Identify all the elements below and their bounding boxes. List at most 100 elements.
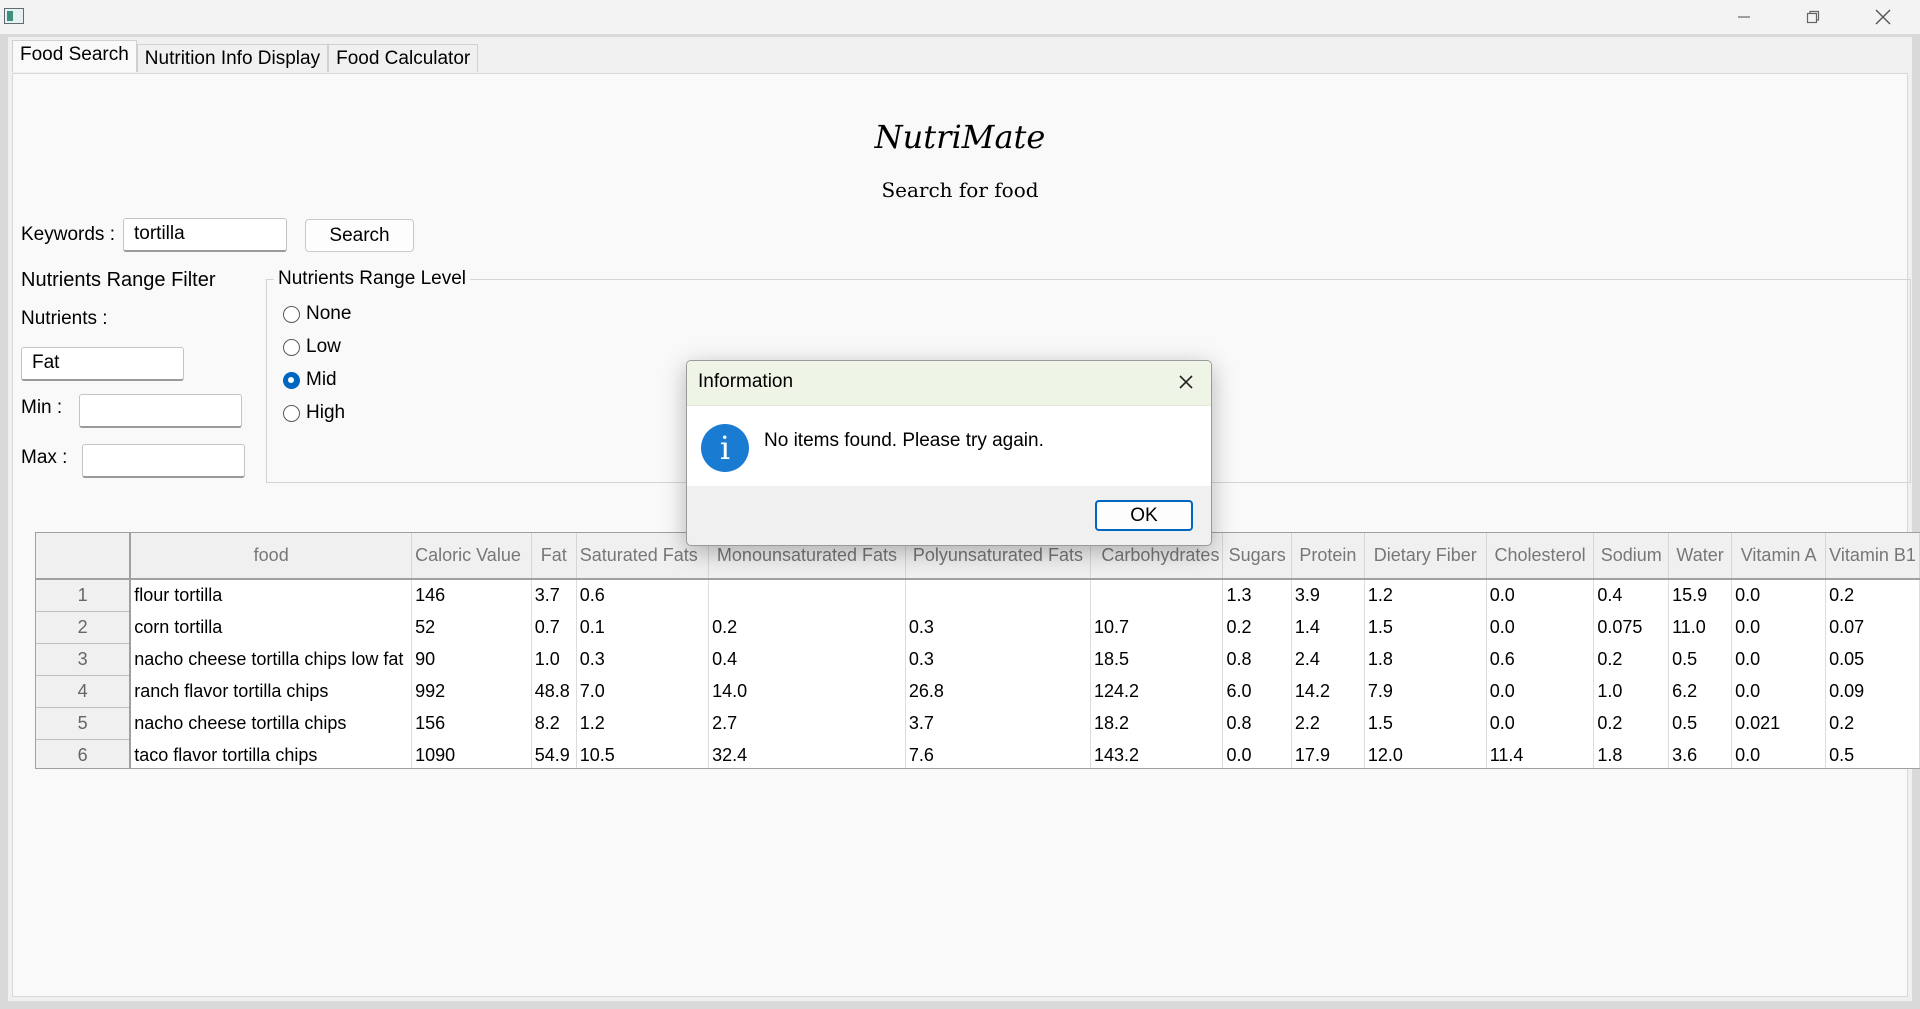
table-row[interactable]: 2 corn tortilla 52 0.7 0.1 0.2 0.3 10.7 0.2 1.4 1.… <box>36 611 1920 644</box>
table-cell[interactable]: 3.7 <box>531 579 577 612</box>
table-cell[interactable]: 1.5 <box>1364 707 1487 740</box>
column-header[interactable]: Sodium <box>1593 533 1670 580</box>
table-cell[interactable] <box>1090 579 1224 612</box>
radio-mid[interactable]: Mid <box>283 369 337 391</box>
table-cell[interactable]: 32.4 <box>708 739 906 768</box>
table-cell[interactable]: 0.0 <box>1731 675 1827 708</box>
table-cell[interactable]: 1.0 <box>1593 675 1670 708</box>
table-cell[interactable]: 11.0 <box>1668 611 1733 644</box>
table-cell[interactable]: 0.2 <box>1593 643 1670 676</box>
min-input[interactable] <box>79 394 242 428</box>
table-cell[interactable]: 0.2 <box>1593 707 1670 740</box>
table-cell[interactable]: 18.5 <box>1090 643 1224 676</box>
table-cell[interactable]: ranch flavor tortilla chips <box>130 675 413 708</box>
table-cell[interactable]: 17.9 <box>1291 739 1365 768</box>
table-cell[interactable] <box>708 579 906 612</box>
table-cell[interactable]: 0.0 <box>1486 707 1595 740</box>
table-cell[interactable]: 0.0 <box>1731 611 1827 644</box>
table-cell[interactable]: 12.0 <box>1364 739 1487 768</box>
keywords-input[interactable]: tortilla <box>123 218 287 252</box>
table-cell[interactable]: 1.2 <box>1364 579 1487 612</box>
table-cell[interactable]: 10.7 <box>1090 611 1224 644</box>
table-cell[interactable]: taco flavor tortilla chips <box>130 739 413 768</box>
table-cell[interactable]: 3.6 <box>1668 739 1733 768</box>
table-cell[interactable]: 7.0 <box>576 675 710 708</box>
table-cell[interactable]: 0.075 <box>1593 611 1670 644</box>
table-cell[interactable]: 0.0 <box>1731 643 1827 676</box>
table-cell[interactable]: 8.2 <box>531 707 577 740</box>
table-cell[interactable]: 146 <box>411 579 532 612</box>
table-cell[interactable]: 3.7 <box>905 707 1092 740</box>
table-cell[interactable]: 0.0 <box>1731 579 1827 612</box>
table-cell[interactable]: 0.3 <box>576 643 710 676</box>
table-cell[interactable]: 0.0 <box>1731 739 1827 768</box>
table-cell[interactable]: 15.9 <box>1668 579 1733 612</box>
table-cell[interactable]: 1.8 <box>1593 739 1670 768</box>
column-header[interactable]: food <box>130 533 413 580</box>
row-header[interactable]: 5 <box>36 707 132 740</box>
minimize-button[interactable] <box>1709 0 1779 34</box>
table-cell[interactable]: 0.05 <box>1825 643 1920 676</box>
table-cell[interactable]: 156 <box>411 707 532 740</box>
dialog-close-button[interactable] <box>1171 367 1201 397</box>
table-cell[interactable]: 0.0 <box>1222 739 1292 768</box>
table-cell[interactable]: 2.4 <box>1291 643 1365 676</box>
table-cell[interactable]: flour tortilla <box>130 579 413 612</box>
table-cell[interactable]: 2.7 <box>708 707 906 740</box>
tab-food-calculator[interactable]: Food Calculator <box>328 44 479 72</box>
column-header[interactable]: Sugars <box>1222 533 1292 580</box>
table-cell[interactable]: 1.5 <box>1364 611 1487 644</box>
table-cell[interactable]: 143.2 <box>1090 739 1224 768</box>
nutrients-field[interactable]: Fat <box>21 347 184 381</box>
table-cell[interactable]: 0.07 <box>1825 611 1920 644</box>
column-header[interactable]: Cholesterol <box>1486 533 1595 580</box>
table-cell[interactable]: 0.2 <box>1825 707 1920 740</box>
column-header[interactable]: Protein <box>1291 533 1365 580</box>
table-cell[interactable]: 0.2 <box>1222 611 1292 644</box>
table-cell[interactable]: 0.7 <box>531 611 577 644</box>
column-header[interactable]: Water <box>1668 533 1733 580</box>
tab-nutrition-info-display[interactable]: Nutrition Info Display <box>136 44 329 72</box>
table-cell[interactable]: 14.2 <box>1291 675 1365 708</box>
results-table[interactable]: food Caloric Value Fat Saturated Fats Mo… <box>35 532 1920 769</box>
table-cell[interactable]: 18.2 <box>1090 707 1224 740</box>
table-cell[interactable]: 0.2 <box>708 611 906 644</box>
table-cell[interactable]: 1.2 <box>576 707 710 740</box>
table-row[interactable]: 6 taco flavor tortilla chips 1090 54.9 10.5 3… <box>36 739 1920 768</box>
table-cell[interactable]: 1.0 <box>531 643 577 676</box>
table-cell[interactable]: 2.2 <box>1291 707 1365 740</box>
table-cell[interactable]: 90 <box>411 643 532 676</box>
table-cell[interactable]: 0.1 <box>576 611 710 644</box>
row-header[interactable]: 6 <box>36 739 132 768</box>
table-cell[interactable]: 52 <box>411 611 532 644</box>
close-window-button[interactable] <box>1848 0 1918 34</box>
table-cell[interactable]: 124.2 <box>1090 675 1224 708</box>
row-header[interactable]: 3 <box>36 643 132 676</box>
table-cell[interactable]: 0.0 <box>1486 611 1595 644</box>
radio-none[interactable]: None <box>283 303 351 325</box>
table-cell[interactable]: corn tortilla <box>130 611 413 644</box>
table-cell[interactable]: 6.2 <box>1668 675 1733 708</box>
table-cell[interactable]: 0.2 <box>1825 579 1920 612</box>
column-header[interactable]: Fat <box>531 533 577 580</box>
table-row[interactable]: 4 ranch flavor tortilla chips 992 48.8 7.0 14… <box>36 675 1920 708</box>
table-cell[interactable]: 0.8 <box>1222 707 1292 740</box>
restore-button[interactable] <box>1778 0 1848 34</box>
table-cell[interactable]: 0.0 <box>1486 675 1595 708</box>
table-cell[interactable]: 0.8 <box>1222 643 1292 676</box>
table-cell[interactable]: 0.3 <box>905 611 1092 644</box>
table-cell[interactable]: 54.9 <box>531 739 577 768</box>
table-cell[interactable]: 0.6 <box>576 579 710 612</box>
table-cell[interactable]: 0.6 <box>1486 643 1595 676</box>
row-header[interactable]: 4 <box>36 675 132 708</box>
column-header[interactable]: Dietary Fiber <box>1364 533 1487 580</box>
table-cell[interactable]: 11.4 <box>1486 739 1595 768</box>
table-cell[interactable]: 3.9 <box>1291 579 1365 612</box>
table-cell[interactable]: 0.0 <box>1486 579 1595 612</box>
table-cell[interactable]: 1.3 <box>1222 579 1292 612</box>
table-cell[interactable] <box>905 579 1092 612</box>
tab-food-search[interactable]: Food Search <box>12 40 137 72</box>
table-cell[interactable]: 7.6 <box>905 739 1092 768</box>
row-header[interactable]: 2 <box>36 611 132 644</box>
table-cell[interactable]: 0.021 <box>1731 707 1827 740</box>
